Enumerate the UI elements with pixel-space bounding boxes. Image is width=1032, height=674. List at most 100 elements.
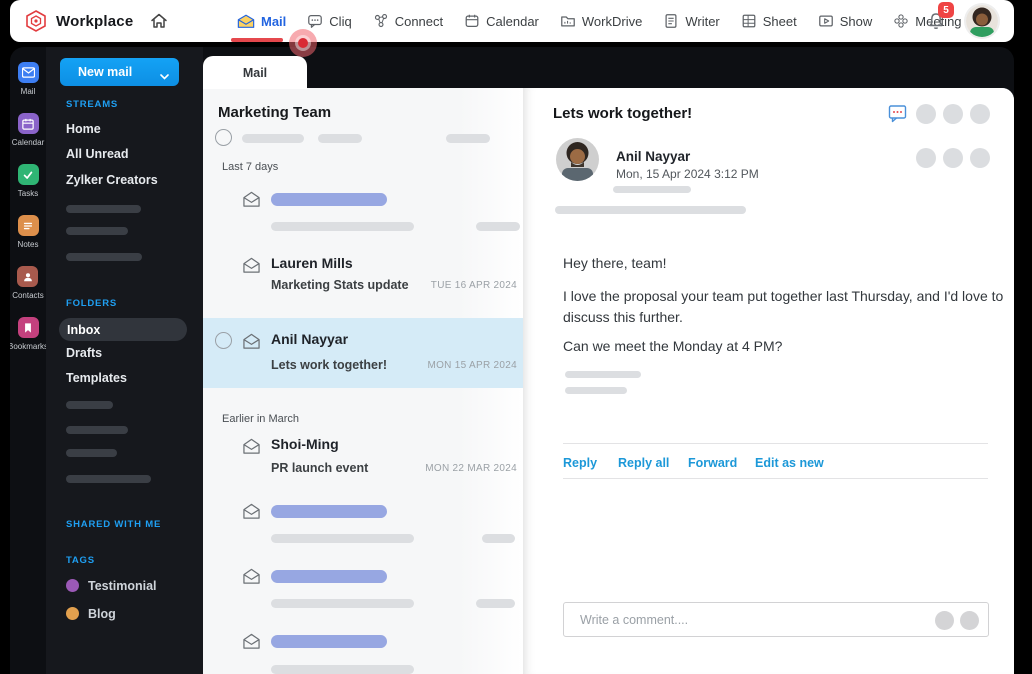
- user-avatar[interactable]: [966, 5, 998, 37]
- zoho-logo-icon: [26, 10, 46, 32]
- list-section-recent: Last 7 days: [222, 161, 279, 173]
- comment-action-placeholder[interactable]: [935, 611, 954, 630]
- message-subject: Marketing Stats update: [271, 278, 409, 292]
- skeleton-sender-bar: [271, 193, 387, 206]
- topbar-right: 5: [926, 0, 998, 42]
- click-cursor-indicator: [289, 29, 317, 57]
- topnav-calendar[interactable]: Calendar: [464, 0, 539, 42]
- mail-tab[interactable]: Mail: [203, 56, 307, 89]
- sidebar-item-tag-testimonial[interactable]: Testimonial: [88, 579, 157, 593]
- reply-button[interactable]: Reply: [563, 456, 597, 470]
- content-card: Marketing Team Last 7 days Lauren Mills …: [203, 88, 1014, 674]
- rail-item-contacts[interactable]: Contacts: [12, 266, 44, 300]
- brand[interactable]: Workplace: [10, 9, 133, 33]
- top-navigation: Mail Cliq Connect Calendar WorkDrive Wri…: [231, 0, 962, 42]
- user-avatar-image: [966, 5, 998, 37]
- topnav-cliq-label: Cliq: [329, 13, 352, 29]
- skeleton-date-bar: [482, 534, 515, 543]
- comment-input[interactable]: [580, 603, 910, 636]
- skeleton-signature-bar: [565, 371, 641, 378]
- topnav-sheet[interactable]: Sheet: [741, 0, 797, 42]
- header-action-placeholder[interactable]: [916, 104, 936, 124]
- skeleton-bar: [66, 449, 117, 457]
- skeleton-bar: [242, 134, 304, 143]
- chat-bubble-icon: [308, 15, 323, 28]
- reply-all-button[interactable]: Reply all: [618, 456, 669, 470]
- header-action-placeholder[interactable]: [970, 104, 990, 124]
- message-action-placeholder[interactable]: [916, 148, 936, 168]
- comment-action-placeholder[interactable]: [960, 611, 979, 630]
- notifications-button[interactable]: 5: [926, 2, 954, 31]
- rail-item-notes[interactable]: Notes: [17, 215, 39, 249]
- divider: [563, 443, 988, 444]
- skeleton-bar: [66, 401, 113, 409]
- sidebar-item-tag-blog[interactable]: Blog: [88, 607, 116, 621]
- body-paragraph: Hey there, team!: [563, 255, 667, 271]
- rail-label: Calendar: [11, 138, 45, 147]
- mailbox-title: Marketing Team: [218, 104, 332, 121]
- message-action-placeholder[interactable]: [970, 148, 990, 168]
- topnav-connect[interactable]: Connect: [373, 0, 443, 42]
- body-paragraph: discuss this further.: [563, 309, 683, 325]
- message-checkbox[interactable]: [215, 332, 232, 349]
- grid-icon: [742, 14, 756, 28]
- open-envelope-icon: [243, 191, 260, 207]
- message-row-anil-selected[interactable]: Anil Nayyar Lets work together! MON 15 A…: [203, 318, 523, 388]
- rail-label: Tasks: [17, 189, 39, 198]
- workplace-window: Workplace Mail Cliq Connect Calendar Wor…: [0, 0, 1032, 674]
- sidebar-item-zylker-creators[interactable]: Zylker Creators: [66, 173, 158, 187]
- sender-avatar-image: [556, 138, 599, 181]
- edit-as-new-button[interactable]: Edit as new: [755, 456, 824, 470]
- skeleton-bar: [613, 186, 691, 193]
- top-bar: Workplace Mail Cliq Connect Calendar Wor…: [10, 0, 1014, 42]
- home-button[interactable]: [149, 11, 169, 31]
- sidebar-item-home[interactable]: Home: [66, 122, 101, 136]
- sidebar-item-templates[interactable]: Templates: [66, 371, 127, 385]
- body-paragraph: Can we meet the Monday at 4 PM?: [563, 338, 783, 354]
- play-screen-icon: [818, 15, 833, 27]
- message-date: TUE 16 APR 2024: [430, 280, 517, 291]
- topnav-writer[interactable]: Writer: [663, 0, 720, 42]
- topnav-show[interactable]: Show: [818, 0, 872, 42]
- message-subject: Lets work together!: [271, 358, 387, 372]
- message-title: Lets work together!: [553, 105, 693, 122]
- mail-envelope-icon: [237, 14, 255, 28]
- topnav-mail[interactable]: Mail: [231, 0, 286, 42]
- select-all-checkbox[interactable]: [215, 129, 232, 146]
- skeleton-subject-bar: [271, 599, 414, 608]
- topnav-sheet-label: Sheet: [762, 13, 797, 29]
- reading-pane: Lets work together! Anil Nayyar Mon, 15 …: [523, 88, 1014, 674]
- open-envelope-icon: [243, 438, 260, 454]
- rail-item-tasks[interactable]: Tasks: [17, 164, 39, 198]
- skeleton-bar: [555, 206, 746, 214]
- rail-item-calendar[interactable]: Calendar: [12, 113, 44, 147]
- app-shell: Mail Calendar Tasks Notes Contacts Bookm…: [10, 47, 1014, 674]
- skeleton-subject-bar: [271, 222, 414, 231]
- new-mail-button[interactable]: New mail: [60, 58, 179, 86]
- sidebar-item-inbox-selected[interactable]: Inbox: [59, 318, 187, 341]
- tag-color-dot-testimonial: [66, 579, 79, 592]
- topnav-calendar-label: Calendar: [486, 13, 539, 29]
- open-envelope-icon: [243, 333, 260, 349]
- topnav-workdrive[interactable]: WorkDrive: [560, 0, 642, 42]
- rail-label: Notes: [17, 240, 39, 249]
- message-date: MON 15 APR 2024: [427, 360, 517, 371]
- sidebar-item-drafts[interactable]: Drafts: [66, 346, 102, 360]
- mail-sidebar: New mail STREAMS Home All Unread Zylker …: [46, 47, 203, 674]
- comments-icon[interactable]: [888, 104, 907, 123]
- contacts-app-icon: [17, 266, 39, 287]
- calendar-icon: [465, 14, 479, 27]
- brand-name: Workplace: [56, 12, 134, 30]
- sidebar-item-all-unread[interactable]: All Unread: [66, 147, 129, 161]
- bookmarks-app-icon: [17, 317, 39, 338]
- divider: [563, 478, 988, 479]
- header-action-placeholder[interactable]: [943, 104, 963, 124]
- topnav-workdrive-label: WorkDrive: [581, 13, 643, 29]
- message-action-placeholder[interactable]: [943, 148, 963, 168]
- rail-item-bookmarks[interactable]: Bookmarks: [10, 317, 48, 351]
- rail-item-mail[interactable]: Mail: [17, 62, 39, 96]
- forward-button[interactable]: Forward: [688, 456, 737, 470]
- skeleton-subject-bar: [271, 534, 414, 543]
- open-envelope-icon: [243, 633, 260, 649]
- app-rail: Mail Calendar Tasks Notes Contacts Bookm…: [10, 47, 48, 674]
